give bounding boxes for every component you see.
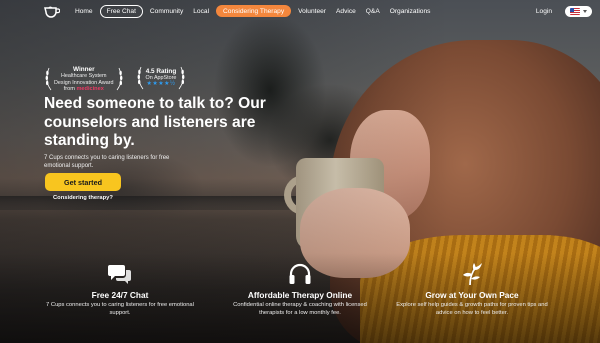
feature-title: Grow at Your Own Pace [425, 290, 519, 300]
award-innovation: Winner Healthcare System Design Innovati… [44, 66, 124, 92]
award-title: Winner [72, 66, 95, 73]
nav-qa[interactable]: Q&A [361, 8, 385, 15]
award-rating: 4.5 Rating On AppStore ★★★★½ [136, 66, 187, 90]
hero-headline: Need someone to talk to? Our counselors … [44, 95, 266, 149]
language-selector[interactable] [565, 5, 592, 17]
nav-local[interactable]: Local [188, 8, 214, 15]
feature-affordable-therapy: Affordable Therapy Online Confidential o… [220, 262, 380, 317]
nav-home[interactable]: Home [70, 8, 98, 15]
chevron-down-icon [583, 9, 587, 13]
laurel-right-icon [116, 67, 122, 91]
headphones-icon [289, 263, 311, 284]
laurel-left-icon [137, 66, 143, 90]
cup-logo-icon[interactable] [44, 4, 60, 18]
rating-stars-icon: ★★★★½ [146, 81, 176, 88]
feature-desc: 7 Cups connects you to caring listeners … [46, 302, 194, 316]
feature-desc: Explore self help guides & growth paths … [396, 302, 548, 316]
login-link[interactable]: Login [531, 8, 557, 15]
plant-growth-icon [463, 263, 482, 286]
considering-therapy-link[interactable]: Considering therapy? [53, 195, 113, 201]
feature-desc: Confidential online therapy & coaching w… [233, 302, 367, 316]
feature-free-chat: Free 24/7 Chat 7 Cups connects you to ca… [40, 262, 200, 317]
nav-considering-therapy[interactable]: Considering Therapy [216, 5, 292, 17]
nav-organizations[interactable]: Organizations [385, 8, 436, 15]
chat-bubbles-icon [108, 265, 131, 284]
nav-free-chat[interactable]: Free Chat [99, 4, 143, 18]
nav-community[interactable]: Community [145, 8, 188, 15]
feature-grow: Grow at Your Own Pace Explore self help … [392, 262, 552, 317]
feature-title: Affordable Therapy Online [247, 290, 353, 300]
laurel-right-icon [179, 66, 185, 90]
laurel-left-icon [45, 67, 52, 91]
nav-right: Login [531, 5, 592, 17]
us-flag-icon [570, 7, 580, 15]
top-navbar: Home Free Chat Community Local Consideri… [0, 0, 600, 22]
award-brand-logo: from medicinex [63, 85, 104, 92]
awards-row: Winner Healthcare System Design Innovati… [44, 66, 186, 92]
feature-title: Free 24/7 Chat [91, 290, 149, 300]
get-started-button[interactable]: Get started [45, 173, 121, 191]
nav-volunteer[interactable]: Volunteer [293, 8, 331, 15]
rating-title: 4.5 Rating [145, 67, 177, 75]
nav-links: Home Free Chat Community Local Consideri… [70, 4, 436, 18]
nav-advice[interactable]: Advice [331, 8, 361, 15]
hero-subtext: 7 Cups connects you to caring listeners … [44, 155, 170, 169]
